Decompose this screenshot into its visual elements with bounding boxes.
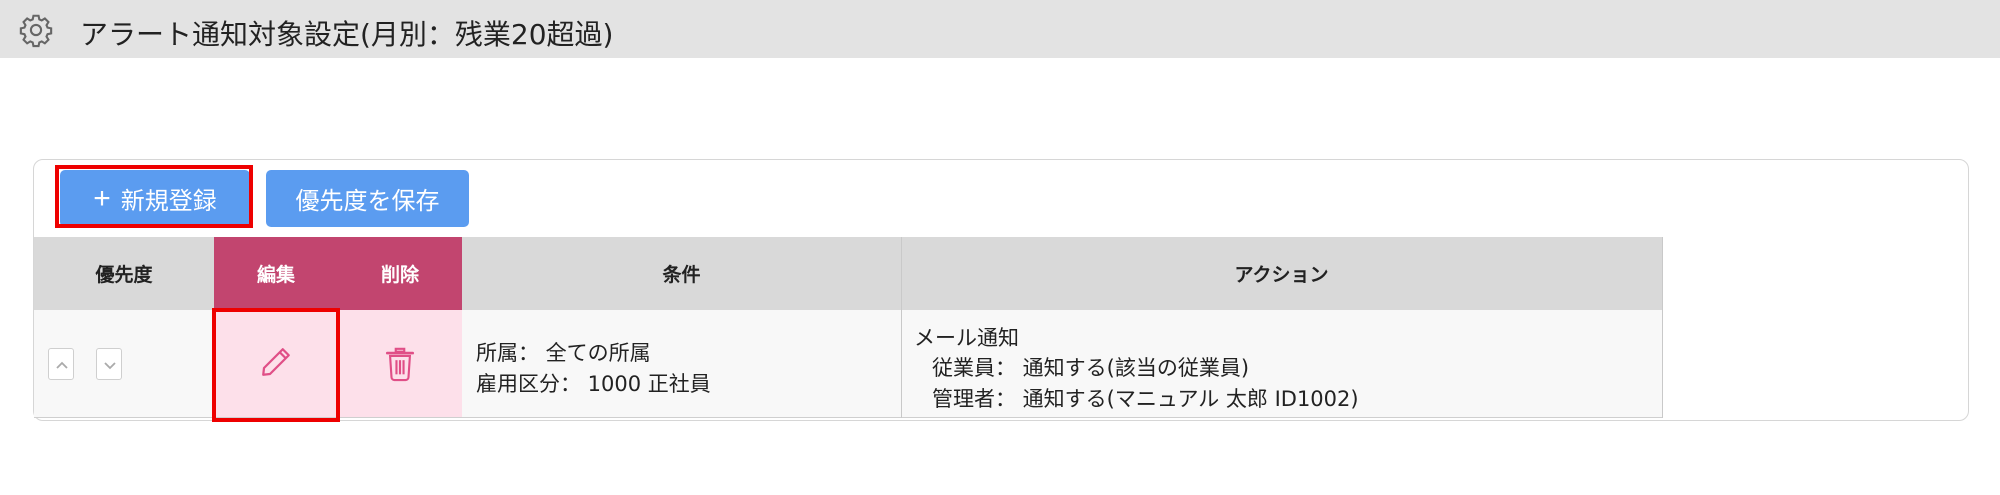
column-divider — [901, 237, 902, 418]
chevron-down-icon — [104, 362, 116, 370]
chevron-up-icon — [56, 361, 68, 369]
column-divider — [1662, 237, 1663, 418]
header-action: アクション — [901, 237, 1662, 310]
header-delete: 削除 — [338, 237, 462, 310]
highlight-new-button — [55, 165, 253, 228]
trash-icon[interactable] — [383, 344, 417, 382]
title-bar: アラート通知対象設定(月別：残業20超過) — [0, 0, 2000, 58]
header-condition: 条件 — [462, 237, 901, 310]
action-method: メール通知 — [914, 326, 1019, 350]
action-manager: 管理者： 通知する(マニュアル 太郎 ID1002) — [932, 387, 1359, 411]
condition-affiliation: 所属： 全ての所属 — [476, 341, 651, 365]
page-title: アラート通知対象設定(月別：残業20超過) — [80, 18, 614, 51]
highlight-edit-cell — [212, 308, 340, 422]
save-priority-button[interactable]: 優先度を保存 — [266, 170, 469, 227]
header-edit: 編集 — [214, 237, 338, 310]
gear-icon — [19, 14, 53, 48]
move-up-button[interactable] — [48, 348, 74, 380]
condition-employment-type: 雇用区分： 1000 正社員 — [476, 372, 711, 396]
action-employee: 従業員： 通知する(該当の従業員) — [932, 356, 1250, 380]
header-priority: 優先度 — [34, 237, 214, 310]
move-down-button[interactable] — [96, 348, 122, 380]
